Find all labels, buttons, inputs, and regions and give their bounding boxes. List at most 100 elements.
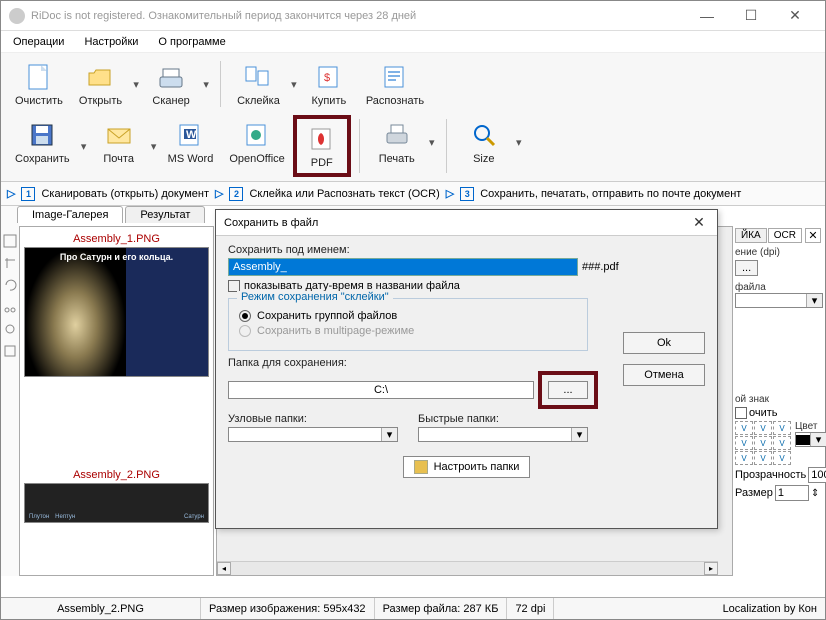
stitch-button[interactable]: Склейка xyxy=(229,57,288,111)
node-folders-label: Узловые папки: xyxy=(228,413,398,425)
watermark-checkbox[interactable] xyxy=(735,407,747,419)
steps-bar: ▷ 1 Сканировать (открыть) документ ▷ 2 С… xyxy=(1,182,825,206)
app-icon xyxy=(9,8,25,24)
status-filename: Assembly_2.PNG xyxy=(1,598,201,619)
stitch-dropdown[interactable]: ▾ xyxy=(288,78,300,91)
step-1-label: Сканировать (открыть) документ xyxy=(41,188,209,200)
size-dropdown[interactable]: ▾ xyxy=(513,136,525,149)
tab-ika[interactable]: ЙКА xyxy=(735,228,767,243)
thumbnail-image: Плутон Нептун Сатурн xyxy=(24,483,209,523)
svg-text:$: $ xyxy=(324,72,330,84)
crop-icon[interactable] xyxy=(3,256,17,270)
dpi-browse[interactable]: ... xyxy=(735,260,758,276)
step-2-badge: 2 xyxy=(229,187,243,201)
minimize-button[interactable]: — xyxy=(685,2,729,30)
filename-suffix: ###.pdf xyxy=(582,261,619,273)
panel-close[interactable]: ✕ xyxy=(805,228,821,243)
folder-combo[interactable]: C:\ xyxy=(228,381,534,399)
image-gallery: Assembly_1.PNG Про Сатурн и его кольца. … xyxy=(19,226,214,576)
menu-about[interactable]: О программе xyxy=(152,34,231,50)
ocr-icon xyxy=(379,61,411,93)
filename-input[interactable]: Assembly_ xyxy=(228,258,578,276)
browse-button[interactable]: ... xyxy=(548,381,588,399)
dpi-label: ение (dpi) xyxy=(735,247,823,258)
tab-gallery[interactable]: Image-Галерея xyxy=(17,206,123,223)
mail-button[interactable]: Почта xyxy=(90,115,148,169)
save-button[interactable]: Сохранить xyxy=(7,115,78,169)
node-folders-combo[interactable]: ▾ xyxy=(228,427,398,442)
menu-settings[interactable]: Настройки xyxy=(78,34,144,50)
thumbnail-image: Про Сатурн и его кольца. xyxy=(24,247,209,377)
window-title: RiDoc is not registered. Ознакомительный… xyxy=(31,10,685,22)
gear-icon[interactable] xyxy=(3,322,17,336)
pdf-button[interactable]: PDF xyxy=(293,115,351,177)
mode-legend: Режим сохранения "склейки" xyxy=(237,291,393,303)
step-3-label: Сохранить, печатать, отправить по почте … xyxy=(480,188,741,200)
browse-highlight: ... xyxy=(538,371,598,409)
watermark-position-grid[interactable]: VVV VVV VVV xyxy=(735,421,791,465)
horizontal-scrollbar[interactable]: ◂▸ xyxy=(217,561,718,575)
tab-result[interactable]: Результат xyxy=(125,206,205,223)
cart-icon: $ xyxy=(313,61,345,93)
ok-button[interactable]: Ok xyxy=(623,332,705,354)
print-dropdown[interactable]: ▾ xyxy=(426,136,438,149)
thumbnail-title: Assembly_2.PNG xyxy=(24,467,209,483)
menu-operations[interactable]: Операции xyxy=(7,34,70,50)
refresh-icon[interactable] xyxy=(3,344,17,358)
scanner-button[interactable]: Сканер xyxy=(142,57,200,111)
file-format-label: файла xyxy=(735,282,823,293)
open-button[interactable]: Открыть xyxy=(71,57,130,111)
open-dropdown[interactable]: ▾ xyxy=(130,78,142,91)
save-as-label: Сохранить под именем: xyxy=(228,244,705,256)
stitch-icon xyxy=(242,61,274,93)
cut-icon[interactable] xyxy=(3,300,17,314)
color-combo[interactable]: ▾ xyxy=(795,432,826,447)
folder-open-icon xyxy=(84,61,116,93)
settings-panel: ЙКА OCR ✕ ение (dpi) ... файла ▾ ой знак… xyxy=(733,226,825,576)
quick-folders-combo[interactable]: ▾ xyxy=(418,427,588,442)
scanner-dropdown[interactable]: ▾ xyxy=(200,78,212,91)
floppy-icon xyxy=(26,119,58,151)
step-2-label: Склейка или Распознать текст (OCR) xyxy=(249,188,439,200)
quick-folders-label: Быстрые папки: xyxy=(418,413,588,425)
close-button[interactable]: ✕ xyxy=(773,2,817,30)
opacity-spinner[interactable]: 100 xyxy=(808,467,826,483)
scanner-icon xyxy=(155,61,187,93)
arrow-icon: ▷ xyxy=(215,187,223,200)
mail-icon xyxy=(103,119,135,151)
print-button[interactable]: Печать xyxy=(368,115,426,169)
recognize-button[interactable]: Распознать xyxy=(358,57,432,111)
msword-button[interactable]: W MS Word xyxy=(160,115,222,169)
save-dropdown[interactable]: ▾ xyxy=(78,140,90,153)
tab-ocr[interactable]: OCR xyxy=(768,228,802,243)
size-spinner[interactable]: 1 xyxy=(775,485,809,501)
thumbnail[interactable]: Assembly_1.PNG Про Сатурн и его кольца. xyxy=(24,231,209,377)
thumbnail[interactable]: Assembly_2.PNG Плутон Нептун Сатурн xyxy=(24,467,209,523)
save-dialog: Сохранить в файл ✕ Сохранить под именем:… xyxy=(215,209,718,529)
size-button[interactable]: Size xyxy=(455,115,513,169)
cancel-button[interactable]: Отмена xyxy=(623,364,705,386)
titlebar: RiDoc is not registered. Ознакомительный… xyxy=(1,1,825,31)
buy-button[interactable]: $ Купить xyxy=(300,57,358,111)
status-dpi: 72 dpi xyxy=(507,598,554,619)
status-localization: Localization by Кон xyxy=(715,598,825,619)
status-bar: Assembly_2.PNG Размер изображения: 595x4… xyxy=(1,597,825,619)
status-filesize: Размер файла: 287 КБ xyxy=(375,598,508,619)
toolbar: Очистить Открыть ▾ Сканер ▾ Склейка ▾ $ … xyxy=(1,53,825,182)
rotate-icon[interactable] xyxy=(3,278,17,292)
radio-multipage xyxy=(239,325,251,337)
configure-folders-button[interactable]: Настроить папки xyxy=(403,456,531,478)
mail-dropdown[interactable]: ▾ xyxy=(148,140,160,153)
maximize-button[interactable]: ☐ xyxy=(729,2,773,30)
tool-icon[interactable] xyxy=(3,234,17,248)
thumbnail-title: Assembly_1.PNG xyxy=(24,231,209,247)
clear-button[interactable]: Очистить xyxy=(7,57,71,111)
file-format-combo[interactable]: ▾ xyxy=(735,293,823,308)
dialog-title: Сохранить в файл xyxy=(224,217,689,229)
dialog-close[interactable]: ✕ xyxy=(689,214,709,231)
printer-icon xyxy=(381,119,413,151)
openoffice-button[interactable]: OpenOffice xyxy=(221,115,292,169)
vertical-toolbar xyxy=(1,206,19,576)
pdf-icon xyxy=(306,123,338,155)
radio-group-files[interactable] xyxy=(239,310,251,322)
